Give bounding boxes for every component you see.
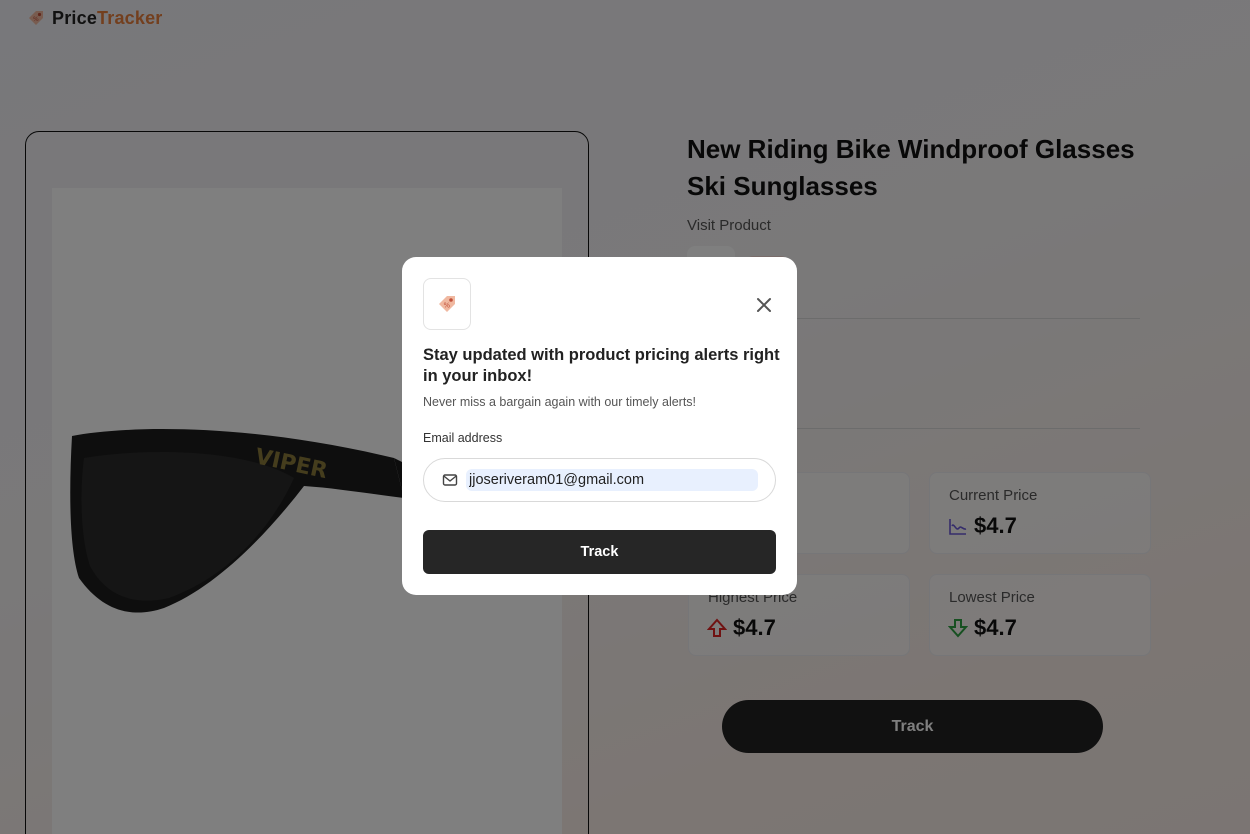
svg-text:%: % <box>444 302 451 310</box>
modal-subtitle: Never miss a bargain again with our time… <box>423 395 697 409</box>
price-tag-icon: % <box>439 296 455 312</box>
price-alert-modal: % Stay updated with product pricing aler… <box>402 257 797 595</box>
modal-icon-box: % <box>423 278 471 330</box>
modal-title: Stay updated with product pricing alerts… <box>423 346 780 385</box>
email-label: Email address <box>423 431 503 445</box>
email-input[interactable] <box>466 469 758 491</box>
close-icon[interactable] <box>754 295 774 315</box>
modal-track-button[interactable]: Track <box>423 530 776 574</box>
email-field[interactable] <box>423 458 776 502</box>
mail-icon <box>442 474 458 486</box>
